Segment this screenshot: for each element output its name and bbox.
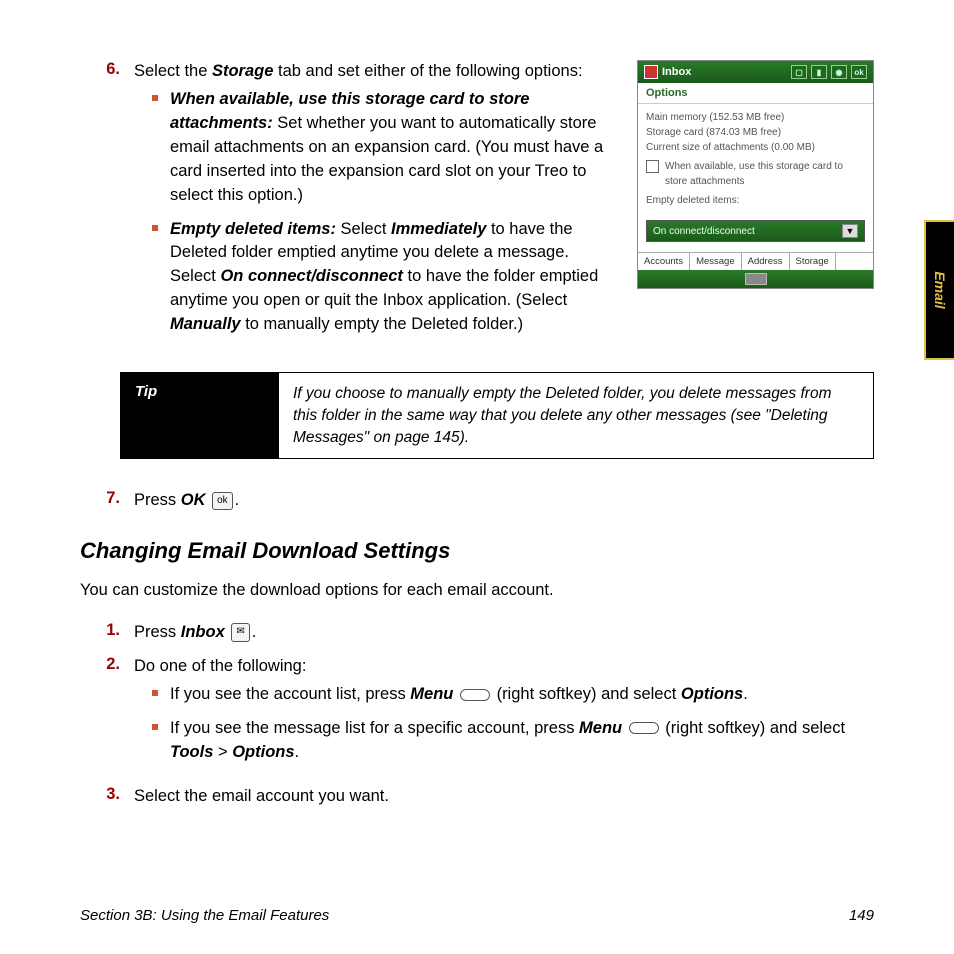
side-tab: Email	[924, 220, 954, 360]
s2b2-d: (right softkey) and select	[661, 719, 845, 737]
bullet2-immediately: Immediately	[391, 220, 486, 238]
step1-period: .	[252, 623, 257, 641]
ok-button[interactable]: ok	[851, 65, 867, 79]
tip-body: If you choose to manually empty the Dele…	[279, 373, 873, 458]
s2b1-a: If you see the account list, press	[170, 685, 410, 703]
tip-box: Tip If you choose to manually empty the …	[120, 372, 874, 459]
memory-line-1: Main memory (152.53 MB free)	[646, 110, 865, 125]
step-6: 6. Select the Storage tab and set either…	[80, 60, 617, 347]
step-1-number: 1.	[80, 621, 134, 645]
screenshot-tabs: Accounts Message Address Storage	[638, 252, 873, 270]
menu-key-icon	[460, 689, 490, 701]
step1-space	[225, 623, 230, 641]
s2b2-menu: Menu	[579, 719, 622, 737]
tab-storage[interactable]: Storage	[790, 253, 836, 270]
bullet2-manually: Manually	[170, 315, 241, 333]
step1-a: Press	[134, 623, 181, 641]
footer-page-number: 149	[849, 907, 874, 924]
bullet2-title: Empty deleted items:	[170, 220, 336, 238]
step-2: 2. Do one of the following: If you see t…	[80, 655, 874, 775]
tab-accounts[interactable]: Accounts	[638, 253, 690, 270]
footer-section: Section 3B: Using the Email Features	[80, 907, 329, 924]
dropdown-value: On connect/disconnect	[653, 226, 755, 237]
screenshot-titlebar: Inbox ▢ ▮ ◉ ok	[638, 61, 873, 83]
step-2-number: 2.	[80, 655, 134, 775]
window-icon	[644, 65, 658, 79]
section-heading: Changing Email Download Settings	[80, 538, 874, 564]
page-footer: Section 3B: Using the Email Features 149	[80, 907, 874, 924]
speaker-icon: ◉	[831, 65, 847, 79]
step-6-storage-word: Storage	[212, 62, 273, 80]
s2b1-f: .	[743, 685, 748, 703]
step-2-bullet-1: If you see the account list, press Menu …	[134, 683, 874, 707]
s2b1-options: Options	[681, 685, 743, 703]
s2b1-menu: Menu	[410, 685, 453, 703]
screenshot-subtitle: Options	[638, 83, 873, 104]
step1-inbox-word: Inbox	[181, 623, 225, 641]
keyboard-icon[interactable]	[745, 273, 767, 285]
bullet2-d: to manually empty the Deleted folder.)	[241, 315, 523, 333]
empty-deleted-dropdown[interactable]: On connect/disconnect ▼	[646, 220, 865, 242]
s2b2-tools: Tools	[170, 743, 213, 761]
step7-period: .	[235, 491, 240, 509]
step7-a: Press	[134, 491, 181, 509]
step-3-text: Select the email account you want.	[134, 785, 874, 809]
attachments-size: Current size of attachments (0.00 MB)	[646, 140, 865, 155]
bullet-square-icon	[152, 95, 158, 101]
step-6-text-c: tab and set either of the following opti…	[273, 62, 582, 80]
screenshot-footer	[638, 270, 873, 288]
step-6-bullet-2: Empty deleted items: Select Immediately …	[134, 218, 617, 338]
storage-checkbox-label: When available, use this storage card to…	[665, 159, 865, 189]
step-3: 3. Select the email account you want.	[80, 785, 874, 809]
tip-label: Tip	[121, 373, 279, 458]
bullet2-onconnect: On connect/disconnect	[220, 267, 402, 285]
step-6-number: 6.	[80, 60, 134, 347]
tab-message[interactable]: Message	[690, 253, 742, 270]
step7-ok-word: OK	[181, 491, 206, 509]
step-7: 7. Press OK ok.	[80, 489, 874, 513]
step-6-text-a: Select the	[134, 62, 212, 80]
memory-line-2: Storage card (874.03 MB free)	[646, 125, 865, 140]
s2b2-gt: >	[213, 743, 232, 761]
step-3-number: 3.	[80, 785, 134, 809]
tab-address[interactable]: Address	[742, 253, 790, 270]
inbox-key-icon: ✉	[231, 623, 249, 642]
s2b1-space	[453, 685, 458, 703]
s2b2-h: .	[295, 743, 300, 761]
storage-checkbox[interactable]	[646, 160, 659, 173]
step-7-number: 7.	[80, 489, 134, 513]
screenshot-title: Inbox	[662, 66, 691, 78]
step-6-bullet-1: When available, use this storage card to…	[134, 88, 617, 208]
s2b2-space	[622, 719, 627, 737]
empty-deleted-label: Empty deleted items:	[646, 193, 865, 208]
intro-paragraph: You can customize the download options f…	[80, 579, 874, 603]
menu-key-icon	[629, 722, 659, 734]
bullet-square-icon	[152, 690, 158, 696]
signal-icon: ▮	[811, 65, 827, 79]
step7-space	[206, 491, 211, 509]
bullet-square-icon	[152, 724, 158, 730]
app-screenshot: Inbox ▢ ▮ ◉ ok Options Main memory (152.…	[637, 60, 874, 289]
bullet-square-icon	[152, 225, 158, 231]
s2b2-a: If you see the message list for a specif…	[170, 719, 579, 737]
ok-key-icon: ok	[212, 492, 233, 511]
step-2-bullet-2: If you see the message list for a specif…	[134, 717, 874, 765]
s2b2-options: Options	[232, 743, 294, 761]
bullet2-a: Select	[336, 220, 391, 238]
side-tab-label: Email	[932, 271, 948, 308]
s2b1-d: (right softkey) and select	[492, 685, 681, 703]
step-1: 1. Press Inbox ✉.	[80, 621, 874, 645]
status-icon-1: ▢	[791, 65, 807, 79]
chevron-down-icon: ▼	[842, 224, 858, 238]
step2-intro: Do one of the following:	[134, 657, 306, 675]
